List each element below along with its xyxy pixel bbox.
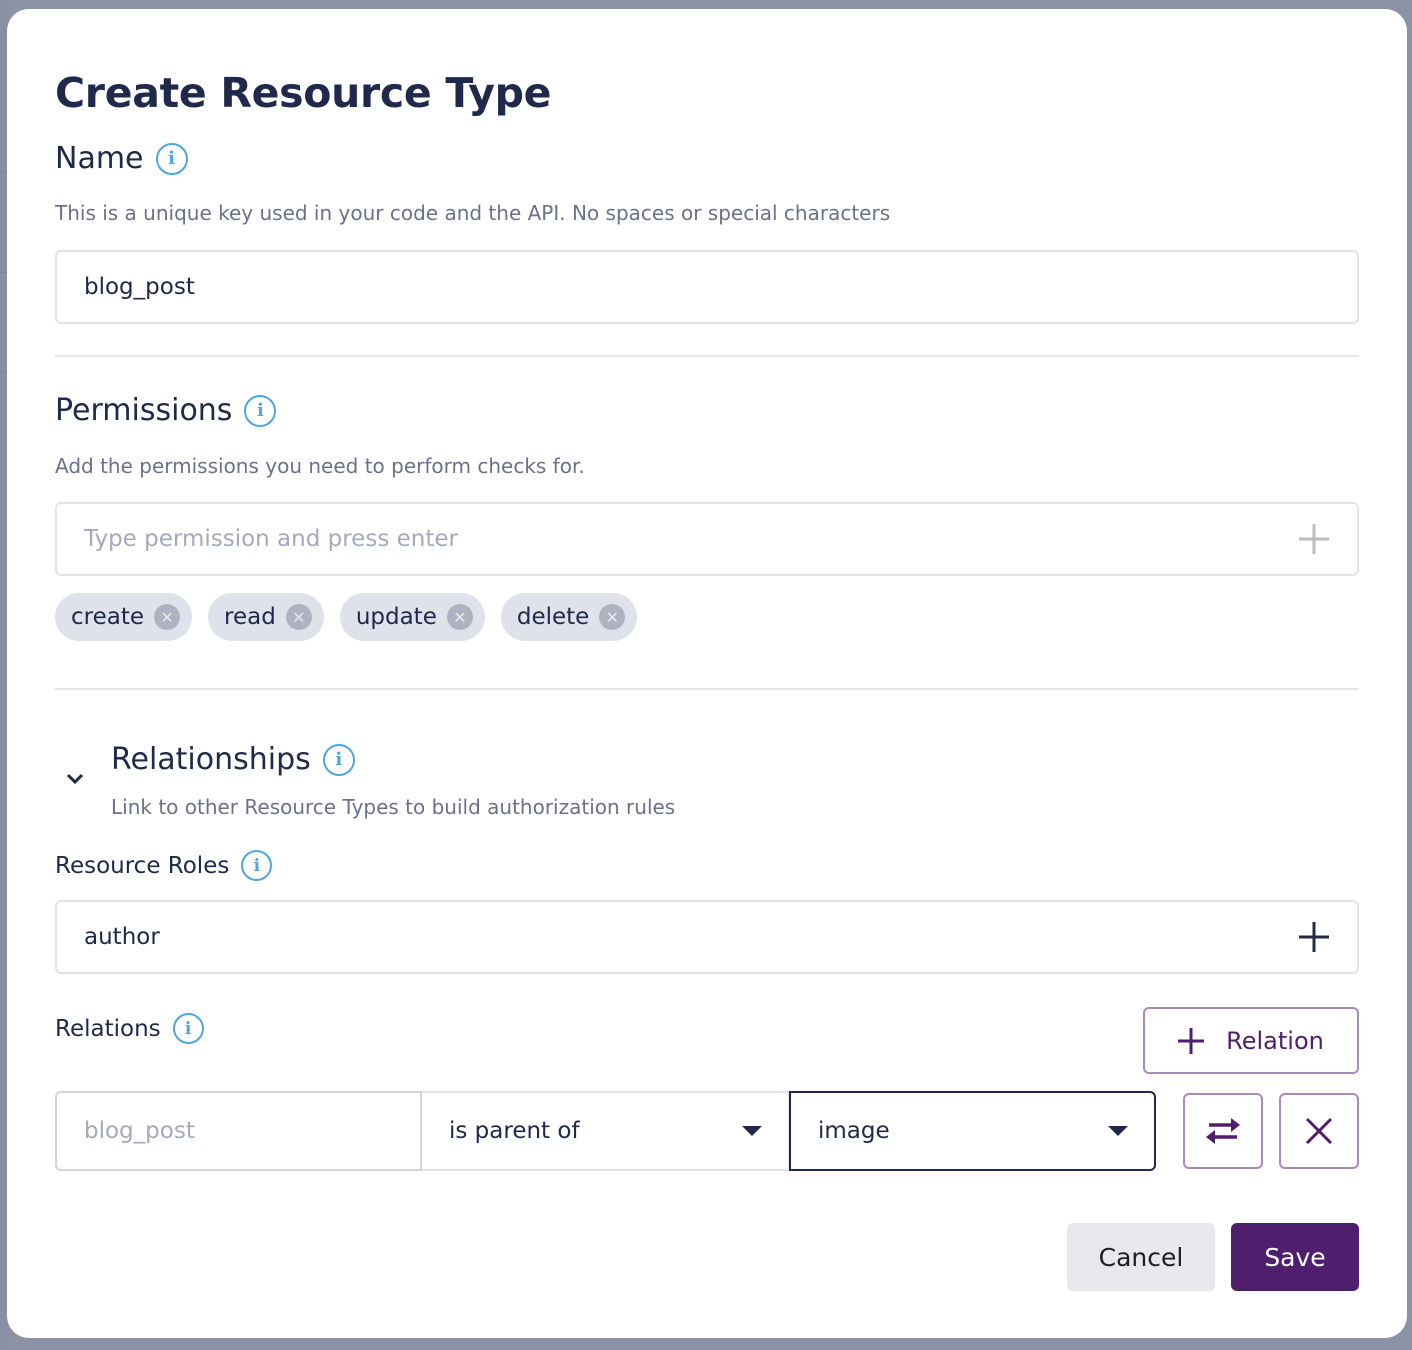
close-icon (1305, 1117, 1333, 1145)
relation-object-select[interactable]: image (789, 1091, 1156, 1171)
permission-chips: create ✕ read ✕ update ✕ delete ✕ (55, 593, 638, 641)
resource-roles-value: author (84, 924, 160, 950)
swap-relation-button[interactable] (1183, 1093, 1263, 1169)
resource-roles-label: Resource Roles (55, 852, 230, 879)
permission-chip: read ✕ (208, 593, 324, 641)
plus-icon[interactable] (1299, 524, 1329, 554)
permission-input-placeholder: Type permission and press enter (84, 526, 458, 552)
relations-label: Relations (55, 1015, 161, 1042)
permission-chip: create ✕ (55, 593, 193, 641)
cancel-button[interactable]: Cancel (1067, 1223, 1215, 1291)
name-input-value: blog_post (84, 274, 195, 300)
permission-chip: update ✕ (339, 593, 485, 641)
relation-subject-field: blog_post (55, 1091, 422, 1171)
caret-down-icon (742, 1126, 762, 1136)
close-circle-icon[interactable]: ✕ (285, 604, 312, 630)
name-label: Name (55, 141, 144, 176)
relation-type-select[interactable]: is parent of (422, 1091, 790, 1171)
chip-label: create (71, 604, 145, 630)
caret-down-icon (1108, 1126, 1128, 1136)
relations-header: Relations i (55, 1013, 204, 1044)
info-icon[interactable]: i (322, 743, 355, 776)
section-divider (55, 688, 1359, 690)
chevron-down-icon[interactable] (65, 771, 85, 791)
add-relation-button[interactable]: Relation (1143, 1007, 1359, 1074)
chip-label: delete (516, 604, 590, 630)
section-divider (55, 355, 1359, 357)
dialog-title: Create Resource Type (55, 69, 552, 117)
close-circle-icon[interactable]: ✕ (446, 604, 473, 630)
close-circle-icon[interactable]: ✕ (599, 604, 626, 630)
relationships-label: Relationships (111, 742, 311, 777)
permission-input[interactable]: Type permission and press enter (55, 502, 1359, 576)
permission-chip: delete ✕ (500, 593, 638, 641)
relation-type-value: is parent of (449, 1118, 580, 1144)
permissions-section-header: Permissions i (55, 393, 277, 428)
info-icon[interactable]: i (241, 850, 273, 881)
resource-roles-header: Resource Roles i (55, 850, 273, 881)
info-icon[interactable]: i (244, 394, 277, 427)
remove-relation-button[interactable] (1279, 1093, 1359, 1169)
chip-label: update (355, 604, 437, 630)
permissions-description: Add the permissions you need to perform … (55, 454, 585, 478)
relation-subject-value: blog_post (84, 1118, 195, 1144)
add-relation-label: Relation (1226, 1026, 1324, 1055)
name-input[interactable]: blog_post (55, 250, 1359, 324)
plus-icon[interactable] (1299, 922, 1329, 952)
relationships-section-header: Relationships i (111, 742, 355, 777)
info-icon[interactable]: i (155, 142, 188, 175)
name-description: This is a unique key used in your code a… (55, 201, 891, 225)
resource-roles-input[interactable]: author (55, 900, 1359, 974)
chip-label: read (224, 604, 276, 630)
info-icon[interactable]: i (172, 1013, 204, 1044)
swap-arrows-icon (1206, 1118, 1240, 1144)
relationships-description: Link to other Resource Types to build au… (111, 795, 676, 819)
save-button[interactable]: Save (1231, 1223, 1359, 1291)
permissions-label: Permissions (55, 393, 233, 428)
plus-icon (1178, 1028, 1204, 1054)
name-section-header: Name i (55, 141, 188, 176)
create-resource-type-dialog: Create Resource Type Name i This is a un… (7, 9, 1407, 1338)
relation-object-value: image (818, 1118, 890, 1144)
close-circle-icon[interactable]: ✕ (154, 604, 181, 630)
